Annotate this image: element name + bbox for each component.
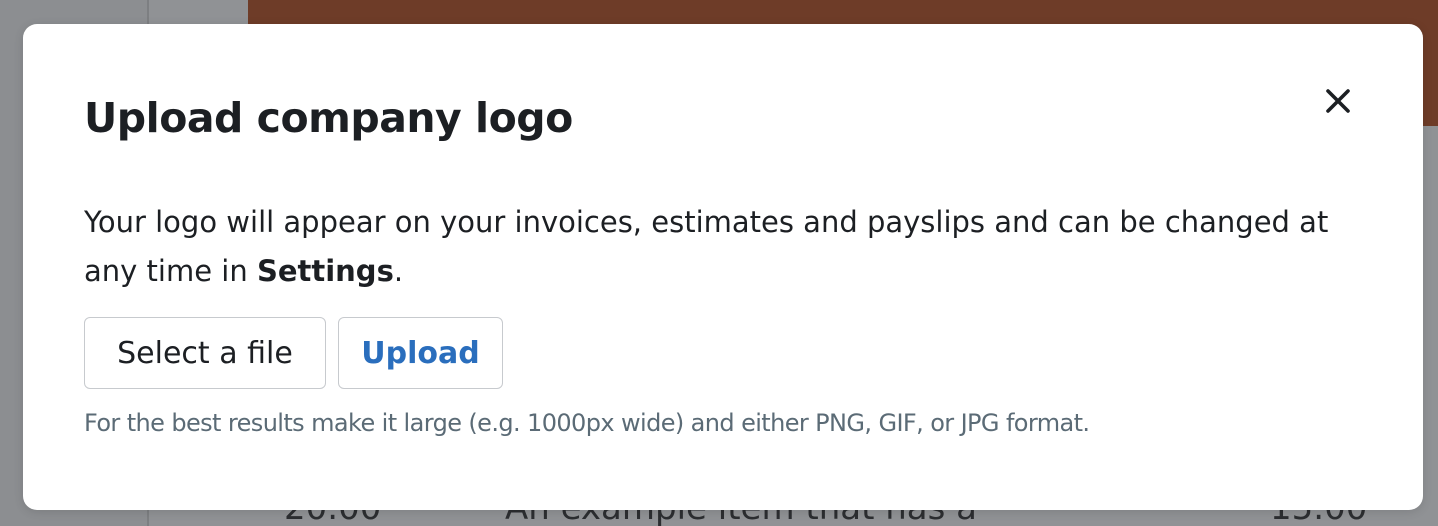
upload-button[interactable]: Upload bbox=[338, 317, 503, 389]
close-icon bbox=[1326, 89, 1350, 113]
settings-emphasis: Settings bbox=[256, 254, 394, 288]
description-period: . bbox=[393, 254, 404, 288]
dialog-title: Upload company logo bbox=[84, 94, 573, 142]
upload-hint: For the best results make it large (e.g.… bbox=[84, 409, 1090, 437]
select-file-button[interactable]: Select a file bbox=[84, 317, 326, 389]
close-button[interactable] bbox=[1319, 82, 1357, 120]
dialog-description: Your logo will appear on your invoices, … bbox=[84, 198, 1344, 296]
upload-logo-dialog: Upload company logo Your logo will appea… bbox=[23, 24, 1423, 510]
